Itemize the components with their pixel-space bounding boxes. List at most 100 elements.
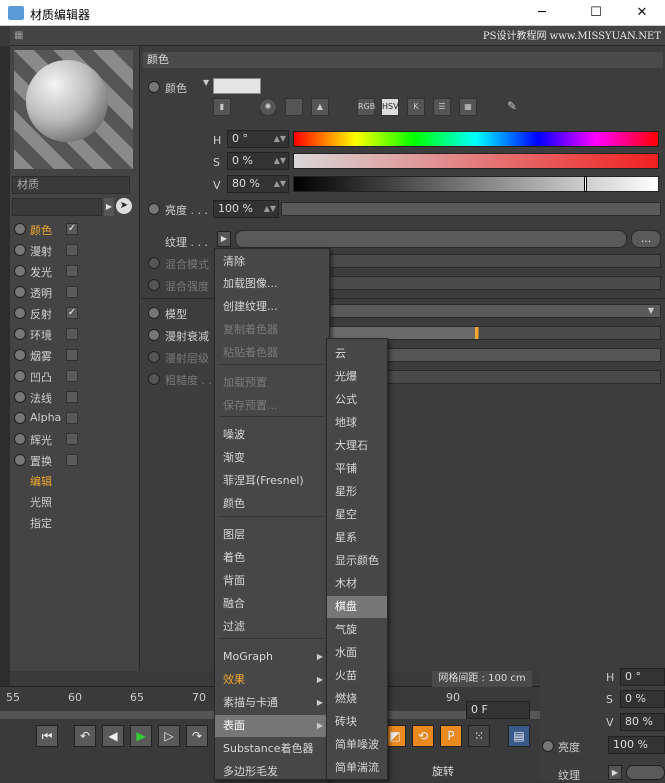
- channel-checkbox[interactable]: [66, 391, 78, 403]
- frame-field[interactable]: 0 F: [466, 701, 530, 719]
- channel-checkbox[interactable]: [66, 265, 78, 277]
- channel-item[interactable]: 漫射: [10, 240, 138, 260]
- channel-item[interactable]: 透明: [10, 282, 138, 302]
- submenu-item[interactable]: 砖块: [327, 711, 387, 733]
- channel-radio[interactable]: [14, 223, 26, 235]
- submenu-item[interactable]: 星形: [327, 481, 387, 503]
- menu-item[interactable]: 粘贴着色器: [215, 342, 329, 364]
- submenu-item[interactable]: 木材: [327, 573, 387, 595]
- br-v-field[interactable]: 80 %: [620, 713, 665, 731]
- mode-hsv[interactable]: HSV: [381, 98, 399, 116]
- submenu-item[interactable]: 光爆: [327, 366, 387, 388]
- blend-strength-radio[interactable]: [148, 279, 160, 291]
- channel-radio[interactable]: [14, 307, 26, 319]
- submenu-item[interactable]: 燃烧: [327, 688, 387, 710]
- grip-icon[interactable]: ▦: [14, 30, 26, 42]
- submenu-item[interactable]: 地球: [327, 412, 387, 434]
- channel-radio[interactable]: [14, 433, 26, 445]
- channel-item[interactable]: 置换: [10, 450, 138, 470]
- br-brightness-field[interactable]: 100 %: [608, 736, 665, 754]
- submenu-item[interactable]: 气旋: [327, 619, 387, 641]
- film-icon[interactable]: ▤: [508, 725, 530, 747]
- color-dropdown-icon[interactable]: ▼: [203, 78, 209, 87]
- channel-checkbox[interactable]: ✓: [66, 223, 78, 235]
- prev-key-icon[interactable]: ↶: [74, 725, 96, 747]
- br-texture-button[interactable]: ▶: [608, 765, 622, 780]
- param-icon[interactable]: P: [440, 725, 462, 747]
- channel-checkbox[interactable]: [66, 244, 78, 256]
- value-slider-handle[interactable]: [584, 176, 587, 192]
- channel-radio[interactable]: [14, 349, 26, 361]
- submenu-item[interactable]: 棋盘: [327, 596, 387, 618]
- channel-checkbox[interactable]: [66, 328, 78, 340]
- texture-menu-button[interactable]: ▶: [217, 231, 231, 247]
- menu-item[interactable]: 着色: [215, 547, 329, 569]
- picker-icon[interactable]: ▮: [213, 98, 231, 116]
- material-preview[interactable]: [14, 50, 133, 169]
- channel-checkbox[interactable]: ✓: [66, 307, 78, 319]
- channel-item[interactable]: 环境: [10, 324, 138, 344]
- channel-checkbox[interactable]: [66, 370, 78, 382]
- next-key-icon[interactable]: ↷: [186, 725, 208, 747]
- s-field[interactable]: 0 % ▲▼: [227, 152, 289, 170]
- menu-item[interactable]: 过滤: [215, 616, 329, 638]
- channel-radio[interactable]: [14, 391, 26, 403]
- channel-radio[interactable]: [14, 286, 26, 298]
- menu-item[interactable]: 融合: [215, 593, 329, 615]
- texture-slot[interactable]: [235, 230, 627, 248]
- menu-item[interactable]: 菲涅耳(Fresnel): [215, 470, 329, 492]
- dots-icon[interactable]: ⁙: [468, 725, 490, 747]
- channel-checkbox[interactable]: [66, 412, 78, 424]
- brightness-radio[interactable]: [148, 203, 160, 215]
- menu-item[interactable]: Substance着色器: [215, 738, 329, 760]
- next-frame-icon[interactable]: ▷: [158, 725, 180, 747]
- menu-item[interactable]: 素描与卡通 ▶: [215, 692, 329, 714]
- go-start-icon[interactable]: ⏮: [36, 725, 58, 747]
- submenu-item[interactable]: 火苗: [327, 665, 387, 687]
- model-dropdown[interactable]: ▼: [329, 304, 661, 318]
- menu-item[interactable]: 加载图像...: [215, 273, 329, 295]
- eyedropper-icon[interactable]: ✎: [503, 98, 521, 116]
- image-icon[interactable]: ▲: [311, 98, 329, 116]
- swatches-icon[interactable]: ▦: [459, 98, 477, 116]
- color-radio[interactable]: [148, 81, 160, 93]
- mode-k[interactable]: K: [407, 98, 425, 116]
- texture-more-button[interactable]: ...: [631, 230, 661, 248]
- play-icon[interactable]: ▶: [130, 725, 152, 747]
- channel-item[interactable]: 发光: [10, 261, 138, 281]
- submenu-item[interactable]: 水面: [327, 642, 387, 664]
- diffuse-falloff-radio[interactable]: [148, 329, 160, 341]
- channel-checkbox[interactable]: [66, 433, 78, 445]
- channel-radio[interactable]: [14, 328, 26, 340]
- menu-item[interactable]: 效果 ▶: [215, 669, 329, 691]
- menu-item[interactable]: 图层: [215, 524, 329, 546]
- submenu-item[interactable]: 显示颜色: [327, 550, 387, 572]
- channel-checkbox[interactable]: [66, 286, 78, 298]
- search-input[interactable]: [12, 198, 102, 216]
- menu-item[interactable]: MoGraph ▶: [215, 646, 329, 668]
- menu-item[interactable]: 加载预置: [215, 372, 329, 394]
- submenu-item[interactable]: 公式: [327, 389, 387, 411]
- menu-item[interactable]: 复制着色器: [215, 319, 329, 341]
- menu-item[interactable]: 表面 ▶: [215, 715, 329, 737]
- mode-rgb[interactable]: RGB: [357, 98, 375, 116]
- search-arrow-icon[interactable]: ▶: [104, 198, 114, 216]
- submenu-item[interactable]: 星系: [327, 527, 387, 549]
- roughness-radio[interactable]: [148, 373, 160, 385]
- channel-radio[interactable]: [14, 412, 26, 424]
- sub-illumination[interactable]: 光照: [30, 494, 52, 510]
- channel-item[interactable]: 凹凸: [10, 366, 138, 386]
- pick-cursor-icon[interactable]: ➤: [116, 198, 132, 214]
- submenu-item[interactable]: 大理石: [327, 435, 387, 457]
- channel-radio[interactable]: [14, 454, 26, 466]
- menu-item[interactable]: 背面: [215, 570, 329, 592]
- channel-item[interactable]: 法线: [10, 387, 138, 407]
- mixer-icon[interactable]: ☰: [433, 98, 451, 116]
- h-field[interactable]: 0 ° ▲▼: [227, 130, 289, 148]
- br-texture-slot[interactable]: [626, 765, 665, 780]
- saturation-slider[interactable]: [293, 153, 659, 169]
- sub-edit[interactable]: 编辑: [30, 473, 52, 489]
- menu-item[interactable]: 渐变: [215, 447, 329, 469]
- color-swatch[interactable]: [213, 78, 261, 94]
- blend-strength-slider[interactable]: [329, 276, 661, 290]
